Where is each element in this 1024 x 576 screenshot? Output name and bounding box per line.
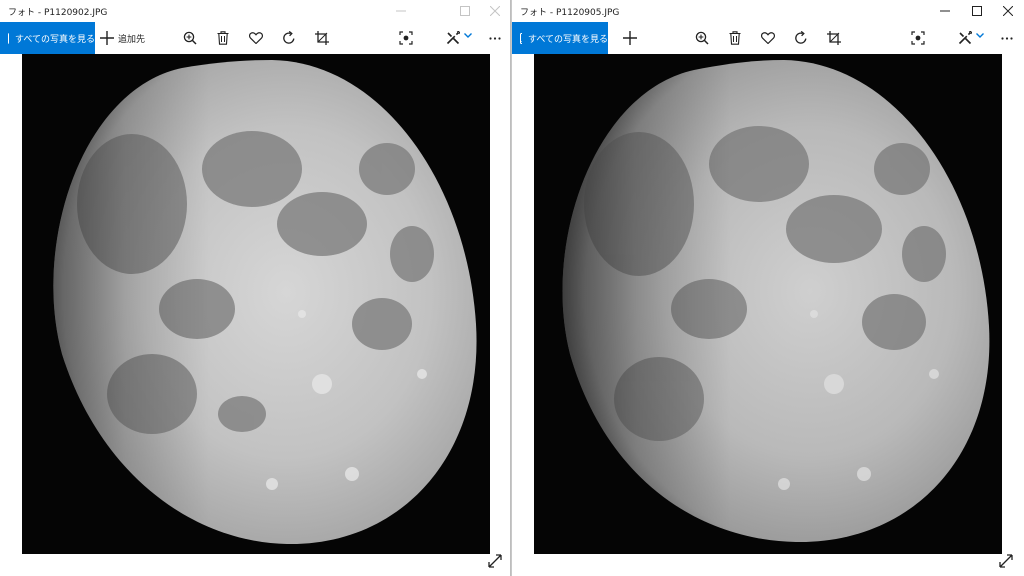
maximize-button[interactable] [449,0,481,22]
zoom-in-button[interactable] [692,22,712,54]
title-bar[interactable]: フォト - P1120905.JPG [512,0,1024,22]
moon-photo[interactable] [22,54,490,554]
delete-button[interactable] [213,22,233,54]
favorite-button[interactable] [246,22,266,54]
edit-icon [446,31,460,45]
crop-button[interactable] [312,22,332,54]
full-screen-button[interactable] [485,551,505,571]
crop-button[interactable] [824,22,844,54]
edit-create-button[interactable] [444,22,474,54]
photos-window-left: フォト - P1120902.JPG すべての写真を見る 追加先 [0,0,511,576]
minimize-button[interactable] [385,0,417,22]
see-all-photos-button[interactable]: すべての写真を見る [0,22,95,54]
enhance-button[interactable] [396,22,416,54]
more-icon [489,36,501,40]
photos-app-icon [8,32,9,44]
see-all-photos-label: すべての写真を見る [527,34,608,45]
add-to-label: 追加先 [118,34,146,45]
see-all-photos-button[interactable]: すべての写真を見る [512,22,608,54]
expand-icon [488,554,502,568]
see-all-photos-label: すべての写真を見る [14,34,95,45]
delete-button[interactable] [725,22,745,54]
favorite-icon [761,32,775,44]
more-icon [1001,36,1013,40]
close-button[interactable] [479,0,510,22]
maximize-button[interactable] [961,0,993,22]
minimize-button[interactable] [929,0,961,22]
close-icon [1003,6,1013,16]
chevron-down-icon [464,32,472,38]
crop-icon [827,31,841,45]
image-viewer [512,54,1024,576]
maximize-icon [460,6,470,16]
delete-icon [729,31,741,45]
favorite-icon [249,32,263,44]
photos-app-icon [520,32,522,44]
enhance-icon [911,31,925,45]
add-icon [100,31,114,45]
title-bar[interactable]: フォト - P1120902.JPG [0,0,510,22]
crop-icon [315,31,329,45]
close-button[interactable] [992,0,1024,22]
more-button[interactable] [485,22,505,54]
rotate-button[interactable] [279,22,299,54]
edit-create-button[interactable] [956,22,986,54]
photos-window-right: フォト - P1120905.JPG すべての写真を見る [512,0,1024,576]
close-icon [490,6,500,16]
minimize-icon [940,10,950,12]
enhance-button[interactable] [908,22,928,54]
rotate-button[interactable] [791,22,811,54]
zoom-in-icon [183,31,197,45]
full-screen-button[interactable] [996,551,1016,571]
minimize-icon [396,10,406,12]
chevron-down-icon [976,32,984,38]
expand-icon [999,554,1013,568]
moon-photo[interactable] [534,54,1002,554]
maximize-icon [972,6,982,16]
add-to-button[interactable]: 追加先 [100,22,145,54]
zoom-in-icon [695,31,709,45]
toolbar: すべての写真を見る [512,22,1024,54]
rotate-icon [795,31,807,44]
delete-icon [217,31,229,45]
moon-image [53,60,477,545]
zoom-in-button[interactable] [180,22,200,54]
moon-image [562,60,990,543]
add-icon [623,31,637,45]
image-viewer [0,54,510,576]
add-to-button[interactable] [620,22,640,54]
window-title: フォト - P1120905.JPG [520,8,620,18]
window-title: フォト - P1120902.JPG [8,8,108,18]
toolbar: すべての写真を見る 追加先 [0,22,510,54]
enhance-icon [399,31,413,45]
rotate-icon [283,31,295,44]
more-button[interactable] [997,22,1017,54]
favorite-button[interactable] [758,22,778,54]
edit-icon [958,31,972,45]
